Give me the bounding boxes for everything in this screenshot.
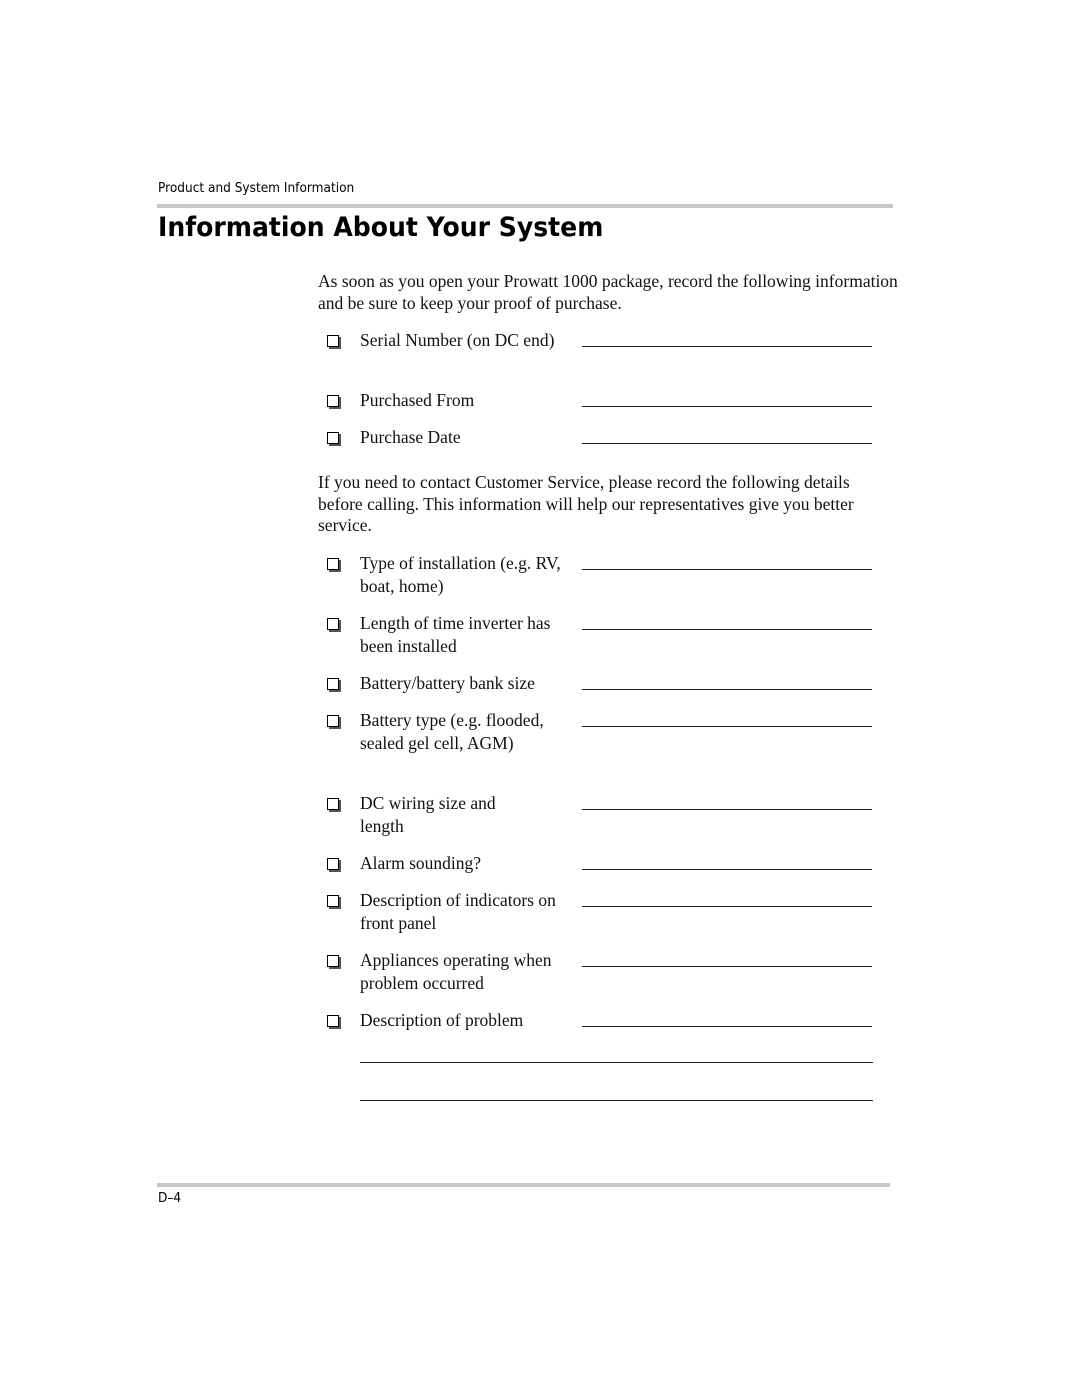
form-item-label: Description of indicators on front panel (360, 890, 556, 933)
page-title: Information About Your System (158, 212, 604, 243)
checkbox-icon[interactable] (327, 678, 339, 690)
blank-field-line[interactable] (582, 1026, 872, 1027)
checkbox-icon[interactable] (327, 432, 339, 444)
checkbox-icon[interactable] (327, 955, 339, 967)
footer-rule (157, 1183, 890, 1187)
blank-field-line[interactable] (582, 906, 872, 907)
form-item-label: Purchase Date (360, 427, 461, 447)
blank-field-line[interactable] (582, 809, 872, 810)
checkbox-icon[interactable] (327, 895, 339, 907)
checkbox-icon[interactable] (327, 618, 339, 630)
checkbox-icon[interactable] (327, 858, 339, 870)
page-number: D–4 (158, 1190, 182, 1206)
blank-field-line[interactable] (582, 629, 872, 630)
checkbox-icon[interactable] (327, 715, 339, 727)
intro-paragraph-purchase: As soon as you open your Prowatt 1000 pa… (318, 271, 898, 313)
form-item-label: Purchased From (360, 390, 475, 410)
problem-description-line-2[interactable] (360, 1062, 873, 1063)
checkbox-icon[interactable] (327, 1015, 339, 1027)
blank-field-line[interactable] (582, 689, 872, 690)
document-page: Product and System Information Informati… (0, 0, 1080, 1397)
running-header: Product and System Information (158, 180, 355, 196)
blank-field-line[interactable] (582, 869, 872, 870)
checkbox-icon[interactable] (327, 798, 339, 810)
checkbox-icon[interactable] (327, 395, 339, 407)
blank-field-line[interactable] (582, 346, 872, 347)
intro-paragraph-customer-service: If you need to contact Customer Service,… (318, 472, 854, 535)
blank-field-line[interactable] (582, 726, 872, 727)
problem-description-line-3[interactable] (360, 1100, 873, 1101)
form-item-label: Type of installation (e.g. RV, boat, hom… (360, 553, 561, 596)
form-item-label: Serial Number (on DC end) (360, 330, 555, 350)
checkbox-icon[interactable] (327, 335, 339, 347)
blank-field-line[interactable] (582, 966, 872, 967)
form-item-label: Description of problem (360, 1010, 524, 1030)
checkbox-icon[interactable] (327, 558, 339, 570)
form-item-label: Alarm sounding? (360, 853, 482, 873)
form-item-label: Length of time inverter has been install… (360, 613, 551, 656)
header-rule (157, 204, 893, 208)
form-item-label: DC wiring size and length (360, 793, 496, 836)
blank-field-line[interactable] (582, 443, 872, 444)
form-item-label: Battery type (e.g. flooded, sealed gel c… (360, 710, 544, 753)
blank-field-line[interactable] (582, 406, 872, 407)
blank-field-line[interactable] (582, 569, 872, 570)
form-item-label: Battery/battery bank size (360, 673, 535, 693)
form-item-label: Appliances operating when problem occurr… (360, 950, 552, 993)
